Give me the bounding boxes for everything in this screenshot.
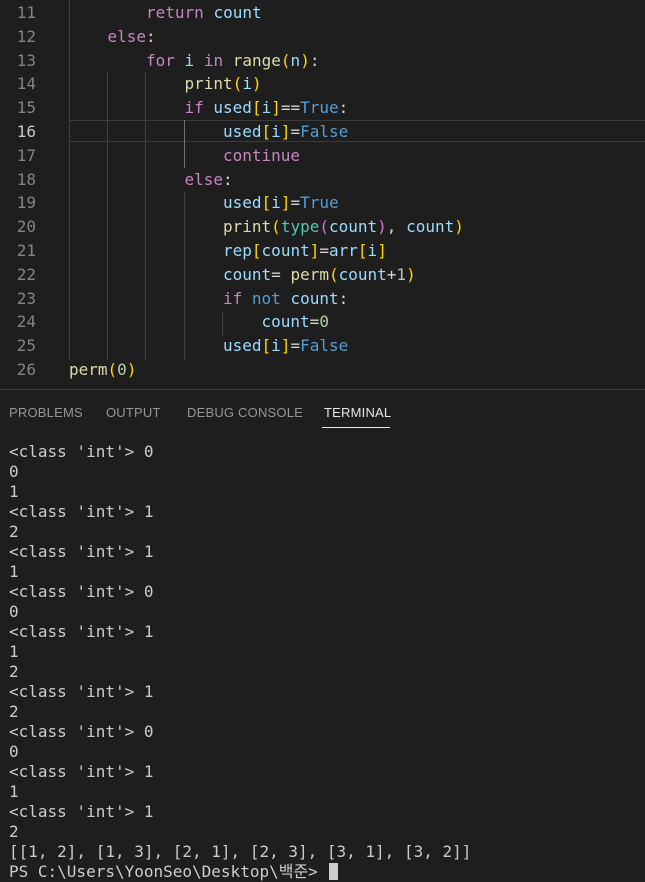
code-line[interactable]: 18 else: xyxy=(0,168,645,192)
code-text: return count xyxy=(146,3,262,22)
terminal-line: 1 xyxy=(9,642,19,661)
code-line[interactable]: 20 print(type(count), count) xyxy=(0,215,645,239)
code-line[interactable]: 26 perm(0) xyxy=(0,358,645,382)
code-text: print(type(count), count) xyxy=(223,217,464,237)
line-number: 14 xyxy=(16,74,36,94)
code-text: else: xyxy=(107,26,156,46)
code-text: continue xyxy=(223,145,301,165)
terminal-line: 1 xyxy=(9,782,19,801)
terminal-line: 0 xyxy=(9,602,19,621)
terminal-line: 1 xyxy=(9,562,19,581)
code-text: else: xyxy=(184,169,233,189)
code-text: perm(0) xyxy=(69,360,137,379)
code-text: used[i]=False xyxy=(223,122,349,141)
code-line[interactable]: 23 if not count: xyxy=(0,287,645,311)
terminal-line: [[1, 2], [1, 3], [2, 1], [2, 3], [3, 1],… xyxy=(9,842,472,861)
line-number: 17 xyxy=(16,145,36,165)
code-line[interactable]: 15 if used[i]==True: xyxy=(0,96,645,120)
code-text: used[i]=False xyxy=(223,336,349,356)
code-text: count=0 xyxy=(261,312,329,332)
terminal-line: 2 xyxy=(9,522,19,541)
line-number: 13 xyxy=(16,50,36,70)
code-text: count= perm(count+1) xyxy=(223,264,416,284)
panel-tabs: PROBLEMS OUTPUT DEBUG CONSOLE TERMINAL xyxy=(0,390,645,430)
terminal-line: <class 'int'> 0 xyxy=(9,582,154,601)
terminal-line: <class 'int'> 1 xyxy=(9,762,154,781)
code-line[interactable]: 22 count= perm(count+1) xyxy=(0,263,645,287)
active-tab-indicator xyxy=(322,427,390,428)
tab-debug-console[interactable]: DEBUG CONSOLE xyxy=(187,405,303,420)
terminal-line: 0 xyxy=(9,462,19,481)
terminal-line: <class 'int'> 1 xyxy=(9,502,154,521)
code-text: if not count: xyxy=(223,288,349,308)
terminal-prompt: PS C:\Users\YoonSeo\Desktop\백준> xyxy=(9,862,471,882)
terminal-line: <class 'int'> 0 xyxy=(9,722,154,741)
code-line[interactable]: 19 used[i]=True xyxy=(0,191,645,215)
line-number: 20 xyxy=(16,217,36,237)
line-number: 22 xyxy=(16,264,36,284)
tab-problems[interactable]: PROBLEMS xyxy=(9,405,83,420)
line-number: 21 xyxy=(16,241,36,260)
tab-output[interactable]: OUTPUT xyxy=(106,405,161,420)
code-text: used[i]=True xyxy=(223,193,339,213)
line-number: 12 xyxy=(16,26,36,46)
terminal-line: <class 'int'> 0 xyxy=(9,442,154,461)
terminal-line: 2 xyxy=(9,662,19,681)
code-line[interactable]: 13 for i in range(n): xyxy=(0,49,645,73)
line-number: 23 xyxy=(16,288,36,308)
bottom-panel: PROBLEMS OUTPUT DEBUG CONSOLE TERMINAL <… xyxy=(0,389,645,881)
line-number: 19 xyxy=(16,193,36,213)
line-number: 15 xyxy=(16,98,36,118)
terminal-line: <class 'int'> 1 xyxy=(9,682,154,701)
code-line[interactable]: 12 else: xyxy=(0,25,645,49)
terminal-line: 0 xyxy=(9,742,19,761)
code-text: if used[i]==True: xyxy=(184,98,349,118)
terminal-line: <class 'int'> 1 xyxy=(9,802,154,821)
terminal-cursor xyxy=(329,863,339,880)
code-text: for i in range(n): xyxy=(146,50,320,70)
line-number: 24 xyxy=(16,312,36,332)
code-text: rep[count]=arr[i] xyxy=(223,241,387,260)
code-line[interactable]: 24 count=0 xyxy=(0,310,645,334)
line-number: 18 xyxy=(16,169,36,189)
tab-terminal[interactable]: TERMINAL xyxy=(324,405,391,420)
terminal-line: 1 xyxy=(9,482,19,501)
line-number: 25 xyxy=(16,336,36,356)
terminal-output[interactable]: <class 'int'> 0 0 1 <class 'int'> 1 2 <class … xyxy=(9,442,471,882)
code-editor[interactable]: 11 return count 12 else: 13 for i in range(n)… xyxy=(0,0,645,389)
code-line[interactable]: 11 return count xyxy=(0,1,645,25)
line-number: 26 xyxy=(16,360,36,379)
terminal-line: <class 'int'> 1 xyxy=(9,542,154,561)
code-text: print(i) xyxy=(184,74,262,94)
line-number: 16 xyxy=(16,122,36,141)
code-line[interactable]: 17 continue xyxy=(0,144,645,168)
code-line[interactable]: 25 used[i]=False xyxy=(0,334,645,358)
terminal-line: <class 'int'> 1 xyxy=(9,622,154,641)
line-number: 11 xyxy=(16,3,36,22)
code-line[interactable]: 14 print(i) xyxy=(0,72,645,96)
code-line[interactable]: 16 used[i]=False xyxy=(0,120,645,144)
terminal-line: 2 xyxy=(9,702,19,721)
code-line[interactable]: 21 rep[count]=arr[i] xyxy=(0,239,645,263)
terminal-line: 2 xyxy=(9,822,19,841)
